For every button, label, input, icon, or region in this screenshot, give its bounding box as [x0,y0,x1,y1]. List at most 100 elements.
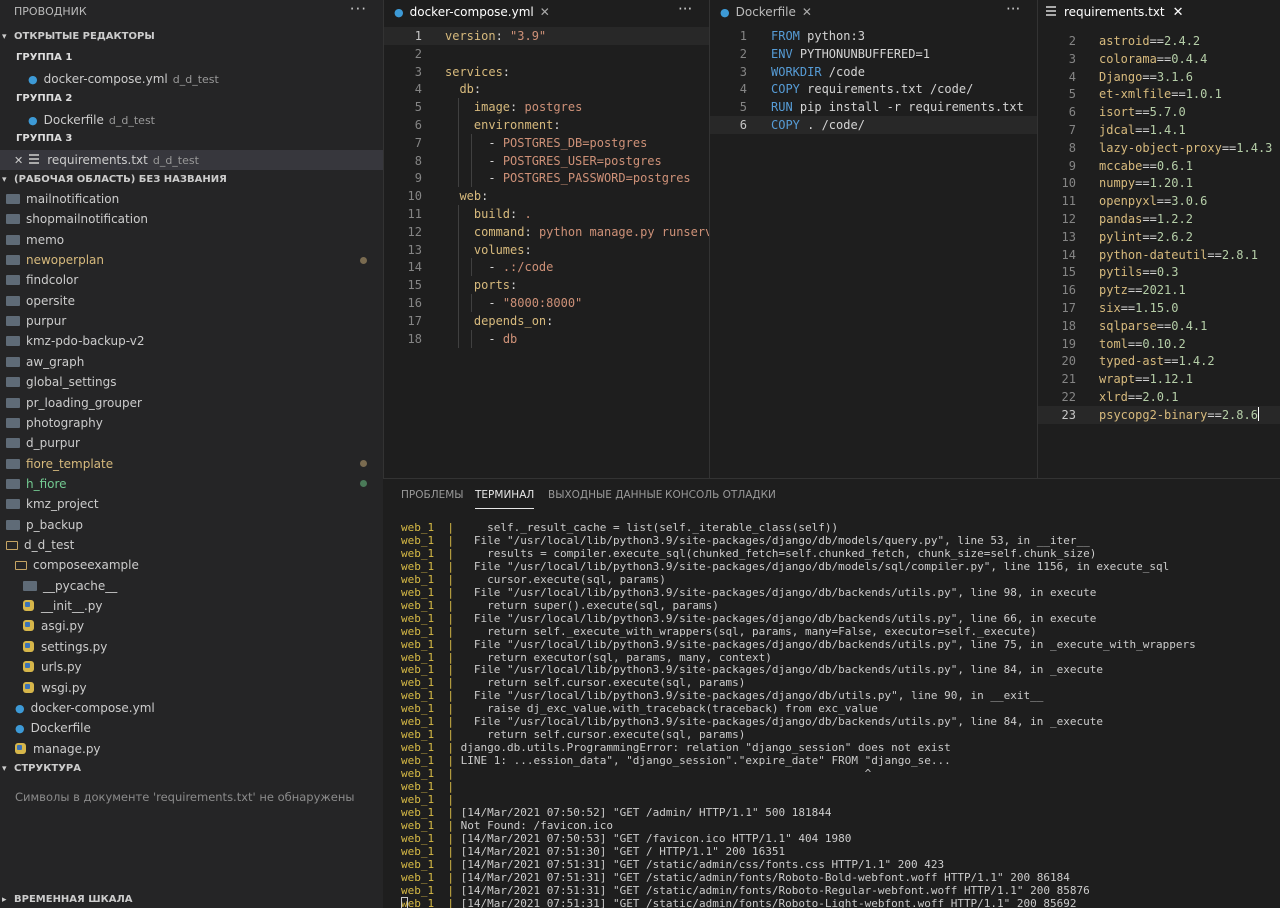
tab-output[interactable]: ВЫХОДНЫЕ ДАННЫЕ [548,489,662,501]
open-editor-docker-compose[interactable]: ● docker-compose.yml d_d_test [28,69,219,89]
code-text: wrapt==1.12.1 [1099,372,1193,387]
code-text: RUN pip install -r requirements.txt [771,100,1024,115]
terminal-text: File "/usr/local/lib/python3.9/site-pack… [460,689,1044,703]
tree-file-docker-compose[interactable]: ● docker-compose.yml [15,698,155,718]
terminal-text: return super().execute(sql, params) [460,598,719,612]
terminal-text: LINE 1: ...ession_data", "django_session… [460,754,951,768]
tree-file-py[interactable]: settings.py [23,637,107,657]
tree-folder[interactable]: aw_graph [6,352,84,372]
tree-folder[interactable]: kmz-pdo-backup-v2 [6,331,145,351]
code-line: 10 numpy==1.20.1 [1038,174,1280,192]
tree-folder-label: purpur [26,314,67,329]
terminal-line: web_1 | File "/usr/local/lib/python3.9/s… [401,586,1096,599]
terminal-line: web_1 | return self.cursor.execute(sql, … [401,728,745,741]
terminal-line: web_1 | [14/Mar/2021 07:51:31] "GET /sta… [401,858,944,871]
close-icon[interactable]: ✕ [540,5,550,19]
tree-folder[interactable]: kmz_project [6,494,99,514]
open-editor-dockerfile[interactable]: ● Dockerfile d_d_test [28,110,155,130]
terminal-line: web_1 | django.db.utils.ProgrammingError… [401,741,951,754]
line-number: 8 [1068,140,1076,155]
tab-problems[interactable]: ПРОБЛЕМЫ [401,489,464,501]
code-text: COPY . /code/ [771,118,865,132]
tab-requirements[interactable]: requirements.txt ✕ [1038,0,1280,24]
service-name: web_1 [401,741,435,755]
code-line: 1 FROM python:3 [710,27,1037,45]
close-icon[interactable]: ✕ [14,154,23,167]
python-icon [23,681,34,693]
tree-file-dockerfile[interactable]: ● Dockerfile [15,718,91,738]
tree-folder[interactable]: pr_loading_grouper [6,393,142,413]
code-line: 9 - POSTGRES_PASSWORD=postgres [384,169,709,188]
terminal-line: web_1 | File "/usr/local/lib/python3.9/s… [401,715,1103,728]
tab-terminal[interactable]: ТЕРМИНАЛ [475,489,535,509]
folder-icon [6,478,20,489]
line-number: 3 [1068,51,1076,66]
terminal-text: [14/Mar/2021 07:51:31] "GET /static/admi… [460,896,1077,908]
separator: | [434,676,461,690]
workspace-header[interactable]: ▾ (РАБОЧАЯ ОБЛАСТЬ) БЕЗ НАЗВАНИЯ [0,170,383,190]
code-line: 22 xlrd==2.0.1 [1038,388,1280,406]
tree-folder-label: pr_loading_grouper [26,395,142,410]
tree-folder-label: kmz_project [26,497,99,512]
tree-folder[interactable]: purpur [6,311,66,331]
more-actions-icon[interactable]: ··· [1006,0,1020,18]
tree-folder[interactable]: memo [6,230,64,250]
tree-file-py[interactable]: asgi.py [23,616,84,636]
tree-folder[interactable]: d_purpur [6,433,80,453]
timeline-header[interactable]: ▸ ВРЕМЕННАЯ ШКАЛА [0,890,383,908]
tree-folder[interactable]: opersite [6,291,75,311]
separator: | [434,831,461,845]
code-line: 2 astroid==2.4.2 [1038,32,1280,50]
close-icon[interactable]: ✕ [802,5,812,19]
tree-folder[interactable]: newoperplan [6,250,104,270]
explorer-more-icon[interactable]: ··· [350,0,367,18]
close-icon[interactable]: ✕ [1173,5,1184,20]
code-text: et-xmlfile==1.0.1 [1099,87,1222,102]
docker-icon: ● [720,6,730,19]
tree-folder[interactable]: h_fiore [6,474,67,494]
tree-folder[interactable]: shopmailnotification [6,209,148,229]
tree-folder-label: photography [26,415,103,430]
tab-docker-compose[interactable]: ● docker-compose.yml ✕ [384,0,709,24]
terminal-text: File "/usr/local/lib/python3.9/site-pack… [460,663,1104,677]
docker-icon: ● [28,73,38,86]
code-text: pytils==0.3 [1099,265,1179,280]
more-actions-icon[interactable]: ··· [678,0,692,18]
terminal-text: ^ [460,767,872,781]
tree-folder-pycache[interactable]: __pycache__ [23,576,117,596]
tree-file-py[interactable]: __init__.py [23,596,103,616]
tree-folder[interactable]: fiore_template [6,454,113,474]
line-number: 9 [414,171,422,186]
python-icon [23,600,34,611]
tree-file-py[interactable]: urls.py [23,657,82,677]
tree-file-py[interactable]: wsgi.py [23,678,87,698]
tree-file-manage-py[interactable]: manage.py [15,739,101,759]
code-line: 17 six==1.15.0 [1038,299,1280,317]
service-name: web_1 [401,767,435,781]
code-line: 13 pylint==2.6.2 [1038,228,1280,246]
tree-folder-composeexample[interactable]: composeexample [15,555,139,575]
open-editor-requirements[interactable]: ✕ requirements.txt d_d_test [0,150,383,170]
file-label: __init__.py [41,599,103,613]
tree-folder[interactable]: mailnotification [6,189,119,209]
code-line: 14 python-dateutil==2.8.1 [1038,246,1280,264]
tree-folder-label: opersite [26,293,75,308]
line-number: 17 [407,313,422,328]
service-name: web_1 [401,715,435,729]
folder-icon [6,377,20,388]
terminal-line: web_1 | results = compiler.execute_sql(c… [401,547,1096,560]
terminal-text: django.db.utils.ProgrammingError: relati… [460,741,951,755]
tree-folder[interactable]: p_backup [6,515,83,535]
separator: | [434,650,461,664]
tree-folder[interactable]: findcolor [6,270,78,290]
chevron-down-icon: ▾ [2,175,7,185]
tree-folder[interactable]: d_d_test [6,535,74,555]
tab-dockerfile[interactable]: ● Dockerfile ✕ [710,0,1037,24]
open-editors-header[interactable]: ▾ ОТКРЫТЫЕ РЕДАКТОРЫ [0,27,383,47]
service-name: web_1 [401,650,435,664]
tab-debug-console[interactable]: КОНСОЛЬ ОТЛАДКИ [665,489,776,501]
tree-folder[interactable]: global_settings [6,372,116,392]
tree-folder-label: d_d_test [24,537,75,552]
outline-header[interactable]: ▾ СТРУКТУРА [0,759,383,779]
tree-folder[interactable]: photography [6,413,103,433]
